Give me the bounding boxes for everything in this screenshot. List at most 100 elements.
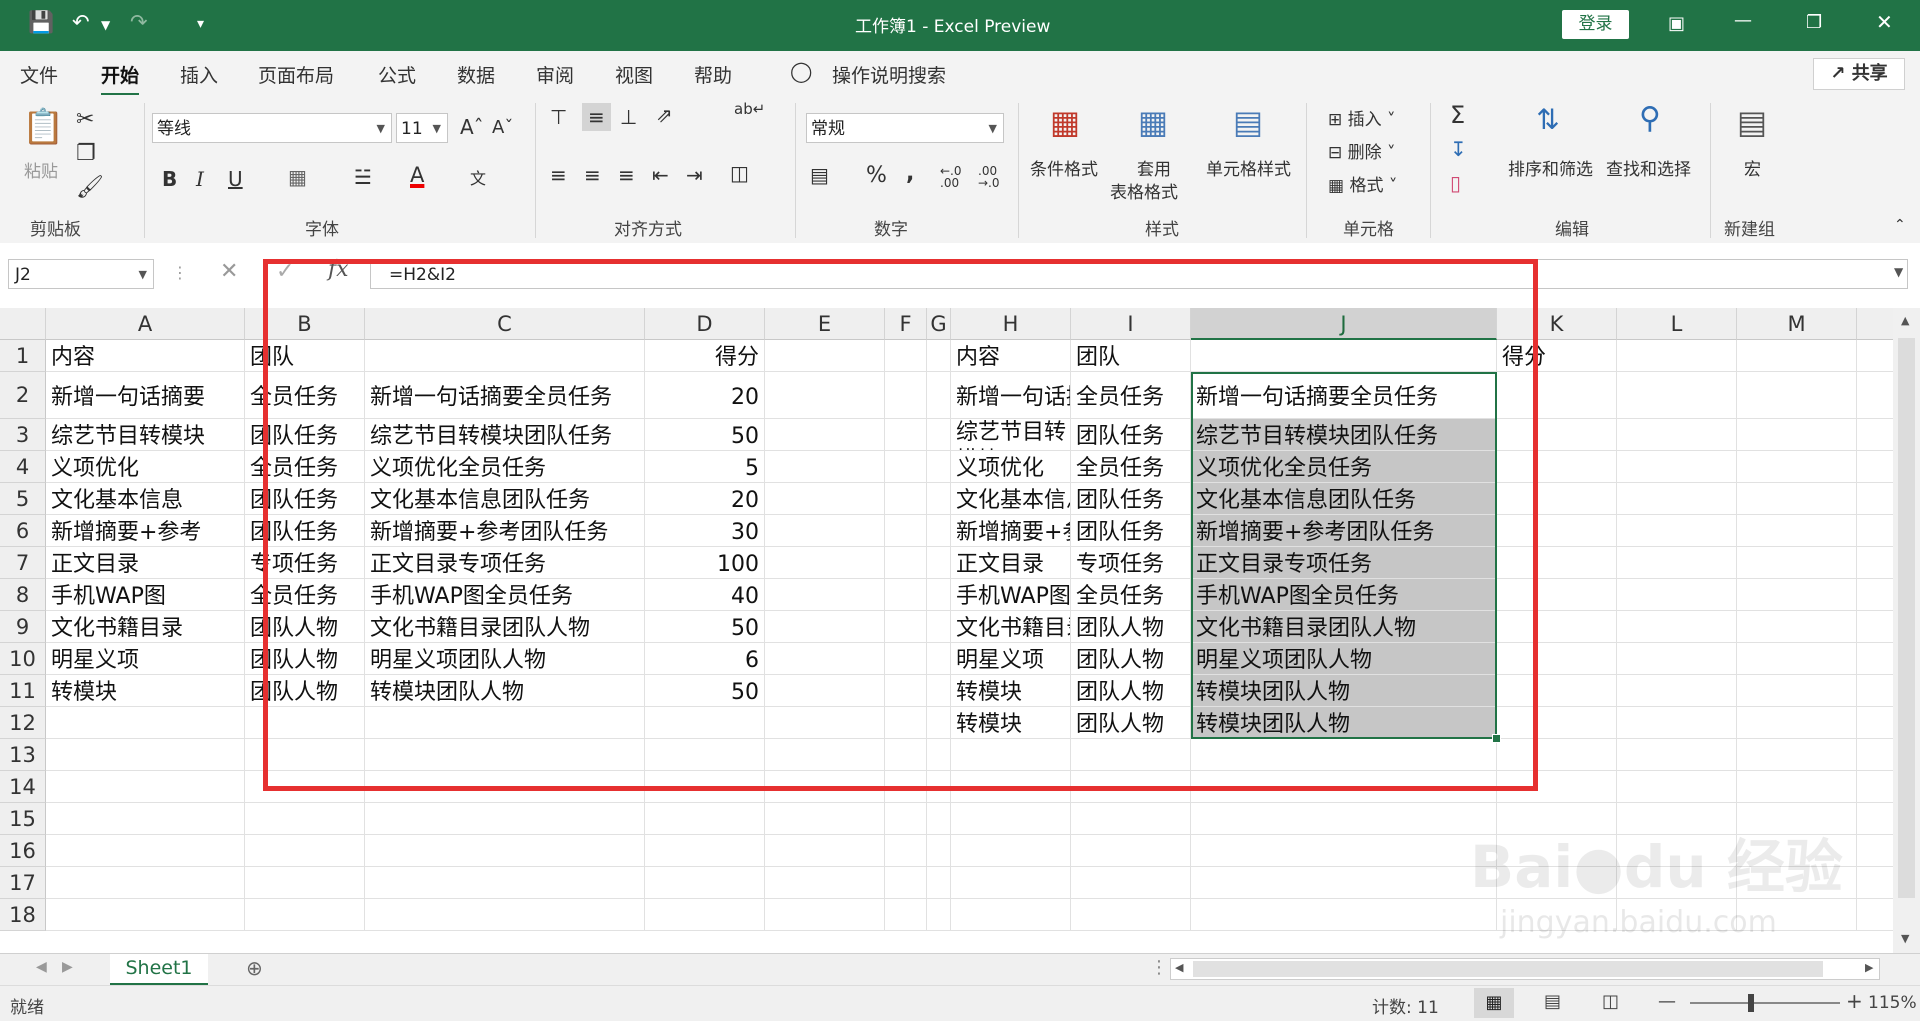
cell-m5[interactable] xyxy=(1737,483,1857,515)
format-as-table-icon[interactable]: ▦ xyxy=(1133,103,1173,141)
cell-d1[interactable]: 得分 xyxy=(645,340,765,372)
horizontal-scrollbar[interactable]: ◀ ▶ xyxy=(1170,958,1880,980)
cell-h18[interactable] xyxy=(951,899,1071,931)
tab-help[interactable]: 帮助 xyxy=(694,61,732,88)
cell-a9[interactable]: 文化书籍目录 xyxy=(46,611,245,643)
prev-sheet-icon[interactable]: ◀ xyxy=(36,959,47,975)
cut-icon[interactable]: ✂ xyxy=(76,107,94,132)
cell-f11[interactable] xyxy=(885,675,927,707)
cell-n16[interactable] xyxy=(1857,835,1893,867)
cell-b4[interactable]: 全员任务 xyxy=(245,451,365,483)
cell-i10[interactable]: 团队人物 xyxy=(1071,643,1191,675)
cell-e6[interactable] xyxy=(765,515,885,547)
wrap-text-icon[interactable]: ab↵ xyxy=(734,100,765,118)
underline-icon[interactable]: U xyxy=(228,167,243,191)
cell-l14[interactable] xyxy=(1617,771,1737,803)
cell-d10[interactable]: 6 xyxy=(645,643,765,675)
find-select-button[interactable]: 查找和选择 xyxy=(1606,155,1691,180)
ribbon-display-options-icon[interactable]: ▣ xyxy=(1668,13,1685,34)
cell-b14[interactable] xyxy=(245,771,365,803)
column-header-k[interactable]: K xyxy=(1497,308,1617,340)
login-button[interactable]: 登录 xyxy=(1562,10,1629,39)
cell-g4[interactable] xyxy=(927,451,951,483)
column-header-a[interactable]: A xyxy=(46,308,245,340)
enter-icon[interactable]: ✓ xyxy=(276,259,294,284)
paste-icon[interactable]: 📋 xyxy=(22,107,64,147)
cell-d2[interactable]: 20 xyxy=(645,372,765,419)
cell-g13[interactable] xyxy=(927,739,951,771)
cell-b3[interactable]: 团队任务 xyxy=(245,419,365,451)
cell-g6[interactable] xyxy=(927,515,951,547)
status-count[interactable]: 计数: 11 xyxy=(1372,993,1439,1018)
cell-j5[interactable]: 文化基本信息团队任务 xyxy=(1191,483,1497,515)
cell-i6[interactable]: 团队任务 xyxy=(1071,515,1191,547)
cell-i4[interactable]: 全员任务 xyxy=(1071,451,1191,483)
cell-l6[interactable] xyxy=(1617,515,1737,547)
cell-l7[interactable] xyxy=(1617,547,1737,579)
cell-d14[interactable] xyxy=(645,771,765,803)
cell-i7[interactable]: 专项任务 xyxy=(1071,547,1191,579)
zoom-slider[interactable] xyxy=(1690,1002,1840,1004)
cell-n5[interactable] xyxy=(1857,483,1893,515)
cell-l13[interactable] xyxy=(1617,739,1737,771)
cell-j3[interactable]: 综艺节目转模块团队任务 xyxy=(1191,419,1497,451)
cell-j12[interactable]: 转模块团队人物 xyxy=(1191,707,1497,739)
cell-n13[interactable] xyxy=(1857,739,1893,771)
cell-k12[interactable] xyxy=(1497,707,1617,739)
cell-a11[interactable]: 转模块 xyxy=(46,675,245,707)
cell-k11[interactable] xyxy=(1497,675,1617,707)
cell-i8[interactable]: 全员任务 xyxy=(1071,579,1191,611)
autosum-icon[interactable]: Σ xyxy=(1450,101,1465,129)
select-all-corner[interactable] xyxy=(0,308,46,340)
cell-c15[interactable] xyxy=(365,803,645,835)
cell-g5[interactable] xyxy=(927,483,951,515)
tab-review[interactable]: 审阅 xyxy=(536,61,574,88)
cell-h13[interactable] xyxy=(951,739,1071,771)
cell-g17[interactable] xyxy=(927,867,951,899)
cell-b12[interactable] xyxy=(245,707,365,739)
cell-j14[interactable] xyxy=(1191,771,1497,803)
cell-d11[interactable]: 50 xyxy=(645,675,765,707)
cell-l2[interactable] xyxy=(1617,372,1737,419)
cell-m10[interactable] xyxy=(1737,643,1857,675)
cell-j10[interactable]: 明星义项团队人物 xyxy=(1191,643,1497,675)
cell-a6[interactable]: 新增摘要+参考 xyxy=(46,515,245,547)
phonetic-icon[interactable]: 文 xyxy=(470,165,486,189)
cell-j18[interactable] xyxy=(1191,899,1497,931)
cell-k8[interactable] xyxy=(1497,579,1617,611)
collapse-ribbon-icon[interactable]: ⌃ xyxy=(1894,217,1906,233)
vertical-scroll-thumb[interactable] xyxy=(1898,338,1915,898)
delete-cells-button[interactable]: ⊟ 删除 ˅ xyxy=(1328,138,1396,163)
row-header-3[interactable]: 3 xyxy=(0,419,46,451)
cell-h7[interactable]: 正文目录 xyxy=(951,547,1071,579)
cell-f15[interactable] xyxy=(885,803,927,835)
formula-input[interactable]: =H2&I2 xyxy=(370,259,1908,289)
cell-n18[interactable] xyxy=(1857,899,1893,931)
cell-a12[interactable] xyxy=(46,707,245,739)
name-box[interactable]: J2 ▼ xyxy=(8,259,154,289)
cell-g10[interactable] xyxy=(927,643,951,675)
cell-b9[interactable]: 团队人物 xyxy=(245,611,365,643)
column-header-h[interactable]: H xyxy=(951,308,1071,340)
cell-f13[interactable] xyxy=(885,739,927,771)
cell-m7[interactable] xyxy=(1737,547,1857,579)
cell-e17[interactable] xyxy=(765,867,885,899)
cell-i2[interactable]: 全员任务 xyxy=(1071,372,1191,419)
cell-c7[interactable]: 正文目录专项任务 xyxy=(365,547,645,579)
cell-m12[interactable] xyxy=(1737,707,1857,739)
cell-a1[interactable]: 内容 xyxy=(46,340,245,372)
sheet-tab-sheet1[interactable]: Sheet1 xyxy=(110,954,208,986)
row-header-18[interactable]: 18 xyxy=(0,899,46,931)
copy-icon[interactable]: ❐ xyxy=(76,141,96,166)
cell-n17[interactable] xyxy=(1857,867,1893,899)
cell-a4[interactable]: 义项优化 xyxy=(46,451,245,483)
cell-m4[interactable] xyxy=(1737,451,1857,483)
cell-f9[interactable] xyxy=(885,611,927,643)
cell-d8[interactable]: 40 xyxy=(645,579,765,611)
cell-d3[interactable]: 50 xyxy=(645,419,765,451)
cell-g15[interactable] xyxy=(927,803,951,835)
cell-i13[interactable] xyxy=(1071,739,1191,771)
cell-d18[interactable] xyxy=(645,899,765,931)
align-right-icon[interactable]: ≡ xyxy=(618,163,635,187)
scroll-down-icon[interactable]: ▼ xyxy=(1901,932,1909,945)
